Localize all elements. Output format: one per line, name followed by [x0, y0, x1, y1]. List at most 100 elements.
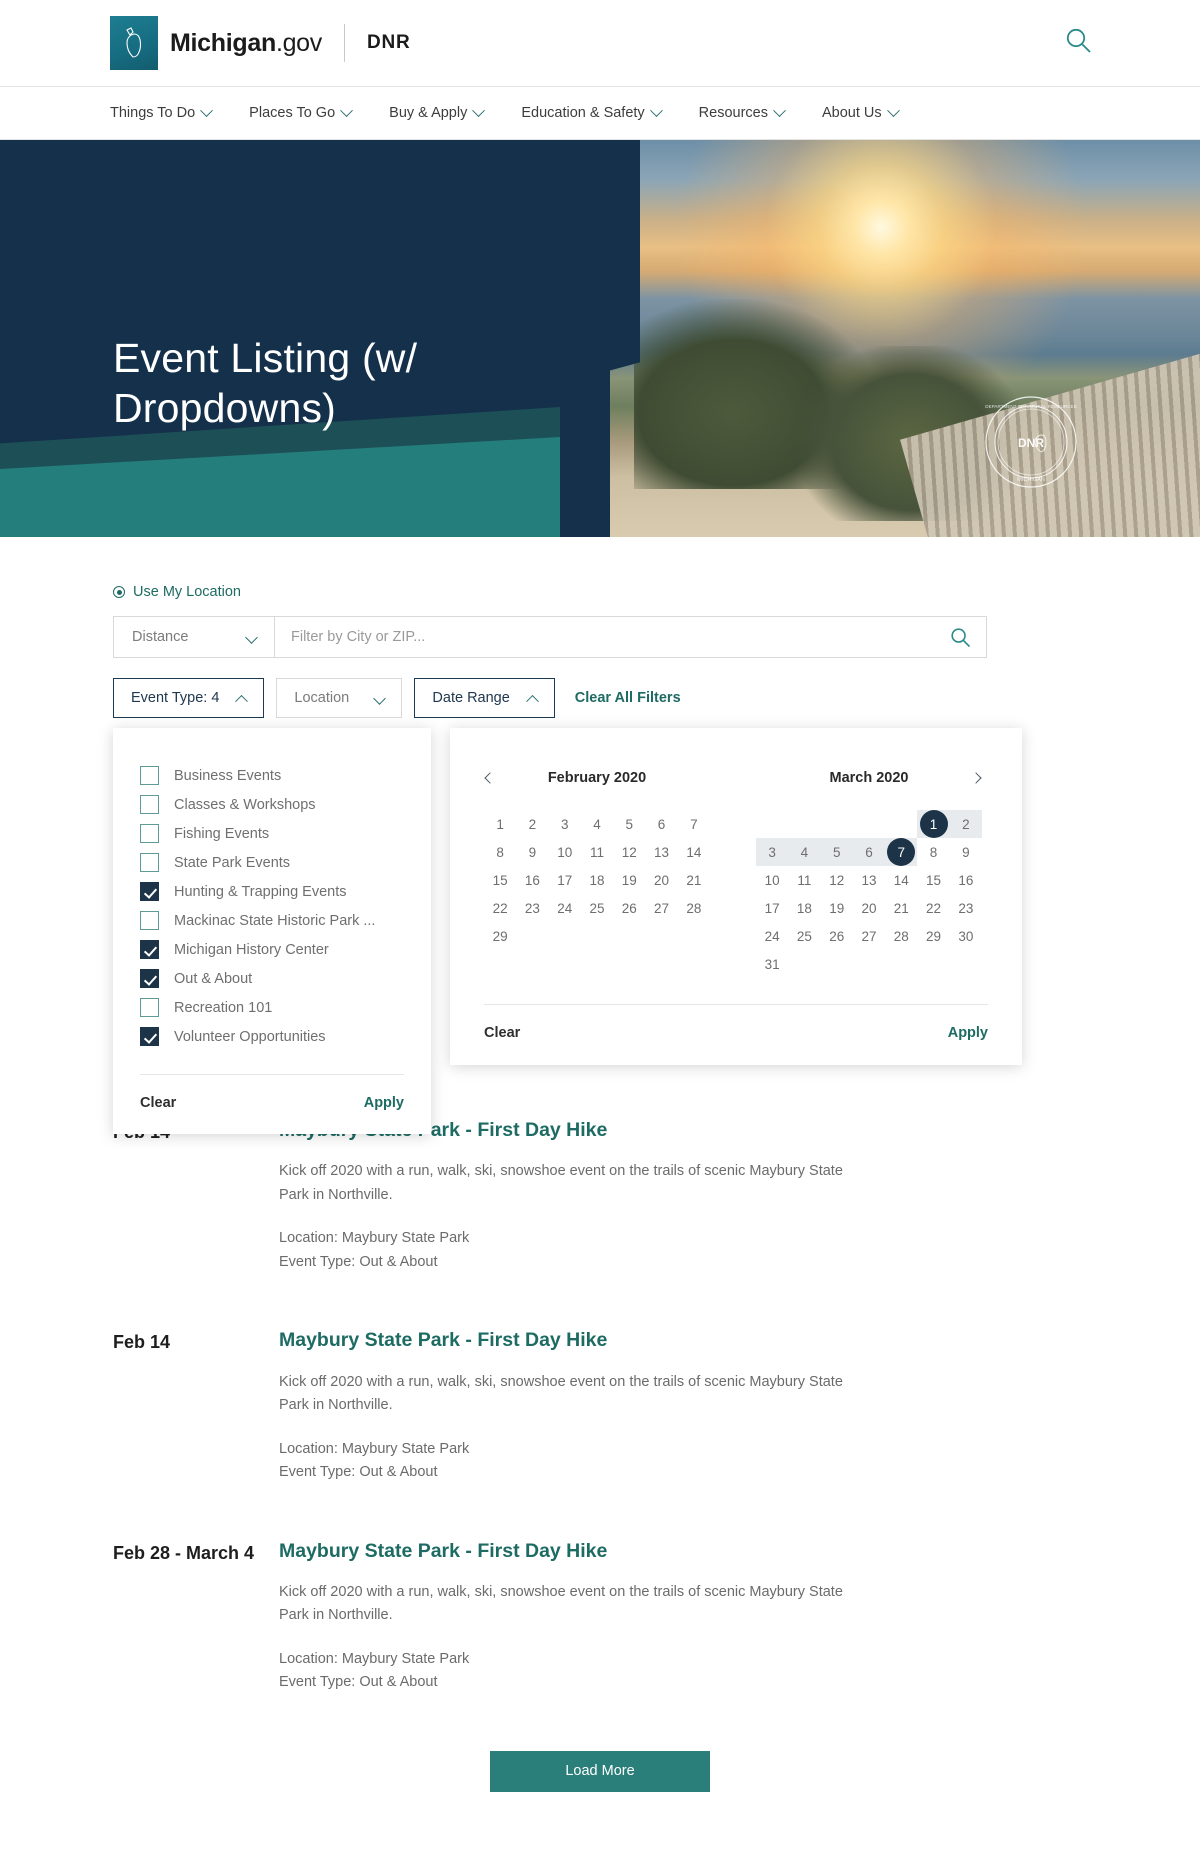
calendar-day[interactable]: 26 — [613, 894, 645, 922]
calendar-day[interactable]: 29 — [484, 922, 516, 950]
event-type-filter-button[interactable]: Event Type: 4 — [113, 678, 265, 718]
calendar-day[interactable]: 22 — [484, 894, 516, 922]
date-range-apply-button[interactable]: Apply — [948, 1025, 988, 1041]
calendar-day[interactable]: 26 — [821, 922, 853, 950]
calendar-day[interactable]: 13 — [853, 866, 885, 894]
event-type-option[interactable]: Fishing Events — [140, 819, 404, 848]
checkbox-unchecked-icon[interactable] — [140, 853, 159, 872]
calendar-day[interactable]: 29 — [917, 922, 949, 950]
calendar-day[interactable]: 22 — [917, 894, 949, 922]
event-type-option[interactable]: State Park Events — [140, 848, 404, 877]
calendar-day[interactable]: 30 — [950, 922, 982, 950]
event-type-option[interactable]: Hunting & Trapping Events — [140, 877, 404, 906]
calendar-day[interactable]: 23 — [950, 894, 982, 922]
calendar-day-selected[interactable]: 1 — [917, 810, 950, 838]
calendar-day[interactable]: 5 — [613, 810, 645, 838]
nav-item-places-to-go[interactable]: Places To Go — [249, 103, 354, 121]
checkbox-unchecked-icon[interactable] — [140, 998, 159, 1017]
calendar-day[interactable]: 4 — [788, 838, 821, 866]
brand-logo[interactable]: Michigan.gov DNR — [110, 16, 411, 70]
calendar-day[interactable]: 14 — [678, 838, 710, 866]
nav-item-resources[interactable]: Resources — [699, 103, 786, 121]
calendar-day[interactable]: 5 — [820, 838, 854, 866]
calendar-day[interactable]: 21 — [678, 866, 710, 894]
calendar-day[interactable]: 3 — [756, 838, 789, 866]
calendar-day[interactable]: 15 — [484, 866, 516, 894]
calendar-day[interactable]: 25 — [788, 922, 820, 950]
calendar-prev-month-button[interactable] — [480, 768, 500, 788]
nav-item-about-us[interactable]: About Us — [822, 103, 900, 121]
location-filter-button[interactable]: Location — [276, 678, 403, 718]
event-type-option[interactable]: Mackinac State Historic Park ... — [140, 906, 404, 935]
calendar-day[interactable]: 12 — [613, 838, 645, 866]
calendar-day[interactable]: 27 — [853, 922, 885, 950]
calendar-day[interactable]: 14 — [885, 866, 917, 894]
calendar-day[interactable]: 8 — [917, 838, 949, 866]
checkbox-checked-icon[interactable] — [140, 969, 159, 988]
calendar-day[interactable]: 7 — [678, 810, 710, 838]
nav-item-things-to-do[interactable]: Things To Do — [110, 103, 214, 121]
distance-select[interactable]: Distance — [114, 617, 275, 657]
calendar-day[interactable]: 11 — [788, 866, 820, 894]
event-title-link[interactable]: Maybury State Park - First Day Hike — [279, 1539, 859, 1563]
calendar-day[interactable]: 11 — [581, 838, 613, 866]
calendar-day[interactable]: 6 — [852, 838, 886, 866]
calendar-day[interactable]: 27 — [645, 894, 677, 922]
calendar-day[interactable]: 19 — [821, 894, 853, 922]
calendar-day[interactable]: 19 — [613, 866, 645, 894]
calendar-day[interactable]: 16 — [516, 866, 548, 894]
calendar-day[interactable]: 4 — [581, 810, 613, 838]
event-type-option[interactable]: Out & About — [140, 964, 404, 993]
calendar-day[interactable]: 16 — [950, 866, 982, 894]
use-my-location-button[interactable]: Use My Location — [113, 584, 241, 600]
event-type-option[interactable]: Michigan History Center — [140, 935, 404, 964]
calendar-day[interactable]: 15 — [917, 866, 949, 894]
calendar-day[interactable]: 31 — [756, 950, 788, 978]
event-type-option[interactable]: Classes & Workshops — [140, 790, 404, 819]
checkbox-unchecked-icon[interactable] — [140, 795, 159, 814]
calendar-day[interactable]: 25 — [581, 894, 613, 922]
checkbox-checked-icon[interactable] — [140, 1027, 159, 1046]
event-type-option[interactable]: Business Events — [140, 761, 404, 790]
calendar-day[interactable]: 23 — [516, 894, 548, 922]
clear-all-filters-button[interactable]: Clear All Filters — [575, 690, 681, 706]
event-type-option[interactable]: Recreation 101 — [140, 993, 404, 1022]
calendar-day[interactable]: 20 — [853, 894, 885, 922]
checkbox-checked-icon[interactable] — [140, 882, 159, 901]
calendar-day[interactable]: 9 — [950, 838, 982, 866]
calendar-day[interactable]: 8 — [484, 838, 516, 866]
event-type-clear-button[interactable]: Clear — [140, 1095, 176, 1111]
calendar-day[interactable]: 3 — [549, 810, 581, 838]
calendar-day[interactable]: 2 — [516, 810, 548, 838]
calendar-day[interactable]: 17 — [756, 894, 788, 922]
event-title-link[interactable]: Maybury State Park - First Day Hike — [279, 1328, 859, 1352]
search-submit-button[interactable] — [934, 617, 986, 657]
calendar-day[interactable]: 10 — [549, 838, 581, 866]
nav-item-education-and-safety[interactable]: Education & Safety — [521, 103, 663, 121]
calendar-day[interactable]: 9 — [516, 838, 548, 866]
calendar-day[interactable]: 28 — [885, 922, 917, 950]
calendar-day[interactable]: 1 — [484, 810, 516, 838]
checkbox-unchecked-icon[interactable] — [140, 824, 159, 843]
nav-item-buy-and-apply[interactable]: Buy & Apply — [389, 103, 486, 121]
calendar-day[interactable]: 17 — [549, 866, 581, 894]
calendar-day[interactable]: 12 — [821, 866, 853, 894]
calendar-day[interactable]: 13 — [645, 838, 677, 866]
calendar-next-month-button[interactable] — [966, 768, 986, 788]
calendar-day[interactable]: 21 — [885, 894, 917, 922]
calendar-day[interactable]: 24 — [756, 922, 788, 950]
date-range-clear-button[interactable]: Clear — [484, 1025, 520, 1041]
event-type-apply-button[interactable]: Apply — [364, 1095, 404, 1111]
calendar-day[interactable]: 6 — [645, 810, 677, 838]
calendar-day[interactable]: 18 — [788, 894, 820, 922]
calendar-day[interactable]: 10 — [756, 866, 788, 894]
event-type-option[interactable]: Volunteer Opportunities — [140, 1022, 404, 1051]
checkbox-checked-icon[interactable] — [140, 940, 159, 959]
calendar-day[interactable]: 18 — [581, 866, 613, 894]
city-zip-input[interactable] — [275, 617, 934, 657]
calendar-day[interactable]: 28 — [678, 894, 710, 922]
date-range-filter-button[interactable]: Date Range — [414, 678, 555, 718]
calendar-day[interactable]: 20 — [645, 866, 677, 894]
calendar-day[interactable]: 24 — [549, 894, 581, 922]
checkbox-unchecked-icon[interactable] — [140, 911, 159, 930]
